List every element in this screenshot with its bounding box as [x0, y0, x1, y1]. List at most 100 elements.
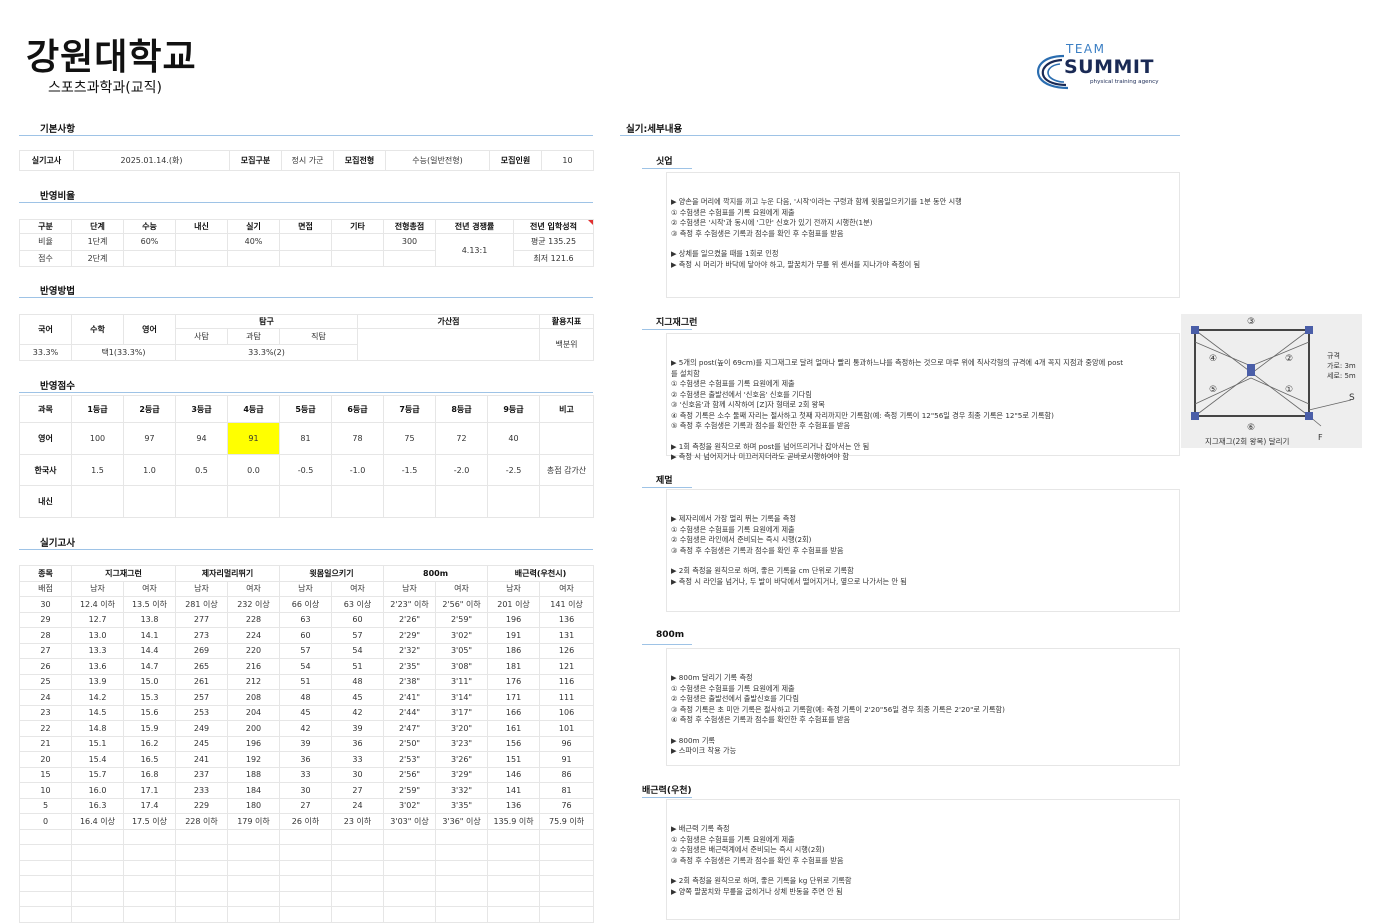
practical-cell: 27: [19, 642, 72, 659]
practical-empty-cell: [123, 890, 176, 907]
score-header: 비고: [539, 395, 594, 423]
practical-cell: 16.4 이상: [71, 813, 124, 830]
practical-empty-cell: [330, 890, 385, 907]
practical-cell: 17.4: [123, 797, 176, 814]
detail-line: ▶ 상체를 일으켰을 때를 1회로 인정: [671, 249, 779, 258]
detail-section-underline: [642, 644, 692, 645]
practical-cell: 3'17": [435, 704, 489, 721]
practical-cell: 141: [487, 782, 541, 799]
practical-gender: 남자: [279, 580, 332, 597]
table-row: 30 12.4 이하 13.5 이하 281 이상 232 이상 66 이상 63 이상 2'…: [19, 596, 595, 613]
score-note: 총점 감가산: [539, 454, 594, 486]
practical-cell: 48: [330, 673, 385, 690]
section-ratio-line: [19, 202, 593, 203]
score-subject: 영어: [19, 422, 72, 455]
comment-indicator-icon: [588, 220, 593, 225]
practical-empty-cell: [435, 828, 489, 845]
table-row: 21 15.1 16.2 245 196 39 36 2'50" 3'23" 156 96: [19, 735, 595, 752]
practical-empty-cell: [539, 844, 595, 861]
practical-cell: 265: [175, 658, 228, 675]
practical-cell: 186: [487, 642, 541, 659]
score-value: [175, 485, 228, 518]
practical-cell: 16.5: [123, 751, 176, 768]
practical-cell: 66 이상: [279, 596, 332, 613]
detail-line: ④ 측정 기록은 소수 둘째 자리는 절사하고 첫째 자리까지만 기록함(예: …: [671, 410, 1054, 420]
diagram-spec-width: 가로: 3m: [1327, 361, 1356, 370]
section-ratio-title: 반영비율: [40, 191, 75, 202]
practical-cell: 14.7: [123, 658, 176, 675]
detail-line: ▶ 800m 달리기 기록 측정: [671, 673, 753, 682]
practical-cell: 101: [539, 720, 595, 737]
table-row: [19, 906, 595, 923]
score-header: 3등급: [175, 395, 228, 423]
practical-cell: 81: [539, 782, 595, 799]
practical-cell: 12.4 이하: [71, 596, 124, 613]
practical-gender: 남자: [71, 580, 124, 597]
practical-event: 윗몸일으키기: [278, 565, 385, 582]
table-row: [19, 890, 595, 907]
practical-cell: 23 이하: [330, 813, 385, 830]
practical-empty-cell: [435, 859, 489, 876]
practical-empty-cell: [383, 890, 437, 907]
practical-cell: 15.3: [123, 689, 176, 706]
practical-cell: 15.6: [123, 704, 176, 721]
practical-cell: 15.1: [71, 735, 124, 752]
practical-empty-cell: [279, 906, 332, 923]
ratio-header: 면접: [279, 218, 332, 235]
detail-line: ① 수험생은 수험표를 기록 요원에게 제출: [671, 834, 795, 844]
table-row: 23 14.5 15.6 253 204 45 42 2'44" 3'17" 166 106: [19, 704, 595, 721]
practical-cell: 21: [19, 735, 72, 752]
zigzag-run-diagram: ③ ④ ② ⑤ ① ⑥ 규격 가로: 3m 세로: 5m S F 지그재그(2회…: [1181, 314, 1362, 448]
score-value: 75: [383, 422, 436, 455]
ratio-header: 전형총점: [383, 218, 436, 235]
recruit-count-value: 10: [541, 150, 594, 171]
practical-empty-cell: [330, 906, 385, 923]
score-value: 97: [123, 422, 176, 455]
practical-empty-cell: [175, 828, 228, 845]
practical-cell: 14.4: [123, 642, 176, 659]
practical-cell: 2'26": [383, 611, 437, 628]
practical-cell: 3'02": [435, 627, 489, 644]
practical-gender: 여자: [123, 580, 176, 597]
method-bonus-label: 가산점: [357, 314, 540, 329]
practical-empty-cell: [227, 890, 280, 907]
detail-section-title: 배근력(우천): [642, 786, 692, 796]
practical-cell: 10: [19, 782, 72, 799]
recruit-count-label: 모집인원: [489, 150, 542, 171]
practical-empty-cell: [330, 859, 385, 876]
ratio-header: 수능: [123, 218, 176, 235]
practical-cell: 27: [330, 782, 385, 799]
detail-section-underline: [642, 168, 692, 169]
practical-cell: 26 이하: [279, 813, 332, 830]
practical-empty-cell: [175, 906, 228, 923]
detail-line: ① 수험생은 수험표를 기록 요원에게 제출: [671, 683, 795, 693]
practical-cell: 135.9 이하: [487, 813, 541, 830]
practical-empty-cell: [71, 890, 124, 907]
ratio-row-label: 점수: [19, 249, 72, 268]
exam-date-label: 실기고사: [19, 150, 74, 171]
detail-section-title: 제멀: [656, 476, 673, 486]
detail-line: ③ 측정 후 수험생은 기록과 점수를 확인 후 수험표를 받음: [671, 228, 844, 238]
practical-cell: 146: [487, 766, 541, 783]
score-note: [539, 485, 594, 518]
practical-cell: 141 이상: [539, 596, 595, 613]
score-value: [331, 485, 384, 518]
method-explore-sub: 과탐: [227, 328, 280, 345]
table-row: 배점 남자 여자 남자 여자 남자 여자 남자 여자 남자 여자: [19, 580, 595, 597]
practical-cell: 121: [539, 658, 595, 675]
practical-cell: 224: [227, 627, 280, 644]
practical-cell: 25: [19, 673, 72, 690]
ratio-row-stage: 2단계: [71, 249, 124, 268]
practical-cell: 15.0: [123, 673, 176, 690]
practical-empty-cell: [227, 875, 280, 892]
practical-cell: 2'38": [383, 673, 437, 690]
score-value: 40: [487, 422, 540, 455]
practical-cell: 277: [175, 611, 228, 628]
score-header: 4등급: [227, 395, 280, 423]
practical-empty-cell: [19, 859, 72, 876]
practical-empty-cell: [539, 875, 595, 892]
practical-cell: 228 이하: [175, 813, 228, 830]
practical-empty-cell: [279, 875, 332, 892]
practical-empty-cell: [487, 906, 541, 923]
practical-empty-cell: [175, 890, 228, 907]
